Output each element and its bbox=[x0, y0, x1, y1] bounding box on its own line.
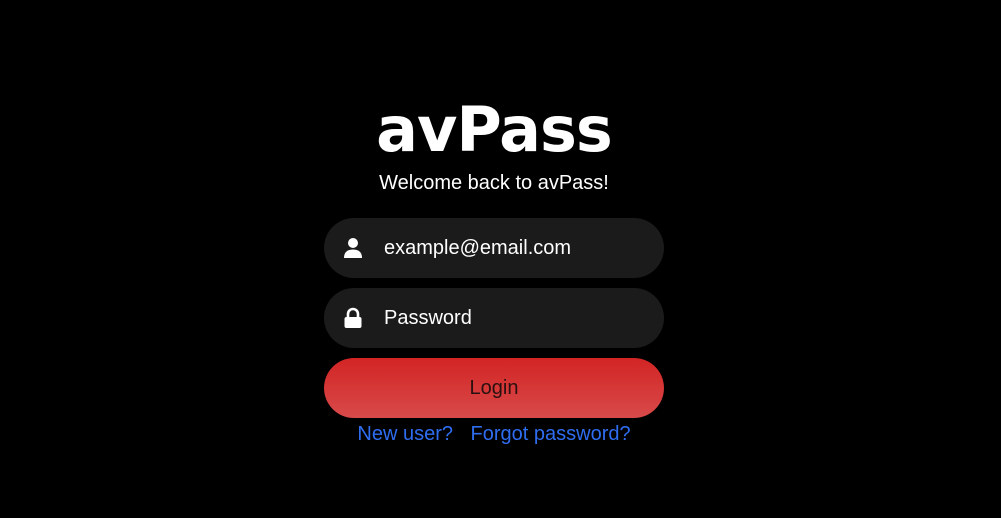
auth-links: New user? Forgot password? bbox=[0, 422, 988, 446]
email-field-container bbox=[324, 218, 664, 278]
login-button[interactable]: Login bbox=[324, 358, 664, 418]
app-title: avPass bbox=[376, 93, 613, 166]
user-icon bbox=[343, 237, 363, 259]
lock-icon bbox=[343, 307, 363, 329]
forgot-password-link[interactable]: Forgot password? bbox=[471, 423, 631, 445]
welcome-subtitle: Welcome back to avPass! bbox=[379, 172, 609, 194]
login-screen: avPass Welcome back to avPass! Login New… bbox=[0, 0, 1001, 518]
password-input[interactable] bbox=[384, 288, 644, 348]
password-field-container bbox=[324, 288, 664, 348]
email-input[interactable] bbox=[384, 218, 644, 278]
new-user-link[interactable]: New user? bbox=[357, 423, 453, 445]
